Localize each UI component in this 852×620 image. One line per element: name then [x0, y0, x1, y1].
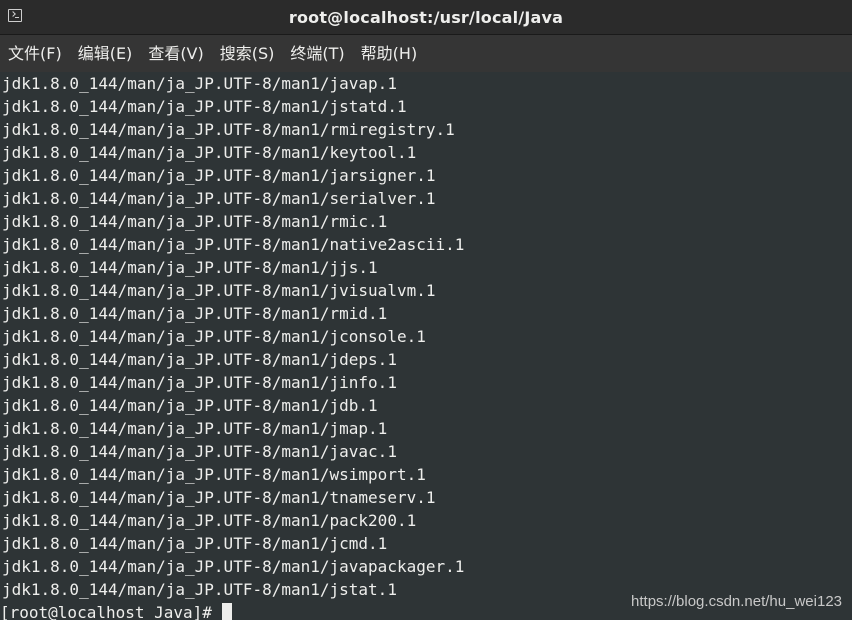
title-bar[interactable]: root@localhost:/usr/local/Java [0, 0, 852, 35]
terminal-output[interactable]: jdk1.8.0_144/man/ja_JP.UTF-8/man1/javap.… [0, 72, 852, 620]
output-line: jdk1.8.0_144/man/ja_JP.UTF-8/man1/jinfo.… [2, 373, 397, 392]
watermark: https://blog.csdn.net/hu_wei123 [631, 593, 842, 610]
output-line: jdk1.8.0_144/man/ja_JP.UTF-8/man1/keytoo… [2, 143, 417, 162]
output-line: jdk1.8.0_144/man/ja_JP.UTF-8/man1/jvisua… [2, 281, 436, 300]
prompt-text: [root@localhost Java]# [0, 603, 212, 620]
output-line: jdk1.8.0_144/man/ja_JP.UTF-8/man1/rmireg… [2, 120, 455, 139]
menu-bar: 文件(F) 编辑(E) 查看(V) 搜索(S) 终端(T) 帮助(H) [0, 35, 852, 72]
output-line: jdk1.8.0_144/man/ja_JP.UTF-8/man1/jconso… [2, 327, 426, 346]
text-cursor [221, 603, 232, 620]
output-line: jdk1.8.0_144/man/ja_JP.UTF-8/man1/native… [2, 235, 465, 254]
output-line: jdk1.8.0_144/man/ja_JP.UTF-8/man1/jmap.1 [2, 419, 388, 438]
output-line: jdk1.8.0_144/man/ja_JP.UTF-8/man1/jdb.1 [2, 396, 378, 415]
output-line: jdk1.8.0_144/man/ja_JP.UTF-8/man1/javap.… [2, 74, 397, 93]
menu-search[interactable]: 搜索(S) [212, 35, 283, 72]
output-line: jdk1.8.0_144/man/ja_JP.UTF-8/man1/jdeps.… [2, 350, 397, 369]
command-prompt[interactable]: [root@localhost Java]# [0, 601, 232, 620]
output-line: jdk1.8.0_144/man/ja_JP.UTF-8/man1/jarsig… [2, 166, 436, 185]
terminal-icon[interactable] [8, 9, 22, 22]
output-line: jdk1.8.0_144/man/ja_JP.UTF-8/man1/javapa… [2, 557, 465, 576]
menu-edit[interactable]: 编辑(E) [70, 35, 141, 72]
output-line: jdk1.8.0_144/man/ja_JP.UTF-8/man1/rmid.1 [2, 304, 388, 323]
menu-view[interactable]: 查看(V) [140, 35, 211, 72]
output-line: jdk1.8.0_144/man/ja_JP.UTF-8/man1/serial… [2, 189, 436, 208]
output-line: jdk1.8.0_144/man/ja_JP.UTF-8/man1/tnames… [2, 488, 436, 507]
menu-terminal[interactable]: 终端(T) [282, 35, 352, 72]
terminal-window: root@localhost:/usr/local/Java 文件(F) 编辑(… [0, 0, 852, 620]
menu-file[interactable]: 文件(F) [0, 35, 70, 72]
output-line: jdk1.8.0_144/man/ja_JP.UTF-8/man1/pack20… [2, 511, 417, 530]
output-line: jdk1.8.0_144/man/ja_JP.UTF-8/man1/rmic.1 [2, 212, 388, 231]
menu-help[interactable]: 帮助(H) [353, 35, 426, 72]
output-line: jdk1.8.0_144/man/ja_JP.UTF-8/man1/wsimpo… [2, 465, 426, 484]
output-line: jdk1.8.0_144/man/ja_JP.UTF-8/man1/jstatd… [2, 97, 407, 116]
output-line: jdk1.8.0_144/man/ja_JP.UTF-8/man1/jjs.1 [2, 258, 378, 277]
window-title: root@localhost:/usr/local/Java [288, 7, 564, 27]
output-line: jdk1.8.0_144/man/ja_JP.UTF-8/man1/jstat.… [2, 580, 397, 599]
output-line: jdk1.8.0_144/man/ja_JP.UTF-8/man1/jcmd.1 [2, 534, 388, 553]
output-line: jdk1.8.0_144/man/ja_JP.UTF-8/man1/javac.… [2, 442, 397, 461]
